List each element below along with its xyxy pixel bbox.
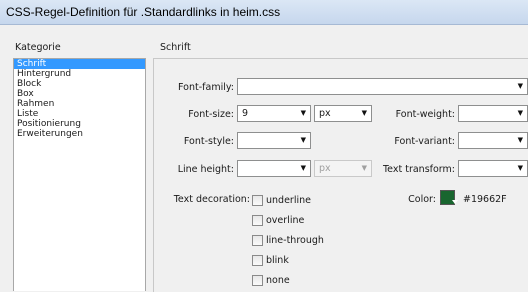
line-through-checkbox-label: line-through bbox=[266, 235, 324, 246]
chevron-down-icon: ▼ bbox=[361, 164, 367, 172]
font-size-select[interactable]: 9 ▼ bbox=[237, 105, 311, 122]
overline-checkbox-label: overline bbox=[266, 215, 305, 226]
text-transform-label: Text transform: bbox=[382, 164, 455, 175]
window-title: CSS-Regel-Definition für .Standardlinks … bbox=[6, 5, 281, 19]
underline-checkbox-label: underline bbox=[266, 195, 311, 206]
category-list: Schrift Hintergrund Block Box Rahmen Lis… bbox=[13, 58, 146, 291]
title-bar: CSS-Regel-Definition für .Standardlinks … bbox=[0, 0, 528, 25]
category-item-erweiterungen[interactable]: Erweiterungen bbox=[14, 129, 145, 139]
section-title: Schrift bbox=[160, 42, 191, 53]
font-style-select[interactable]: ▼ bbox=[237, 132, 311, 149]
font-variant-label: Font-variant: bbox=[394, 136, 455, 147]
category-item-box[interactable]: Box bbox=[14, 89, 145, 99]
font-size-unit-value: px bbox=[319, 108, 331, 119]
font-family-select[interactable]: ▼ bbox=[237, 78, 528, 95]
font-size-label: Font-size: bbox=[188, 109, 234, 120]
chevron-down-icon: ▼ bbox=[300, 109, 306, 117]
category-item-hintergrund[interactable]: Hintergrund bbox=[14, 69, 145, 79]
line-through-checkbox[interactable] bbox=[252, 235, 263, 246]
font-style-label: Font-style: bbox=[183, 136, 234, 147]
color-label: Color: bbox=[408, 194, 436, 205]
chevron-down-icon: ▼ bbox=[517, 164, 523, 172]
line-height-unit-value: px bbox=[319, 163, 331, 174]
chevron-down-icon: ▼ bbox=[300, 136, 306, 144]
none-checkbox[interactable] bbox=[252, 275, 263, 286]
chevron-down-icon: ▼ bbox=[517, 109, 523, 117]
font-weight-label: Font-weight: bbox=[395, 109, 455, 120]
font-weight-select[interactable]: ▼ bbox=[458, 105, 528, 122]
chevron-down-icon bbox=[452, 200, 458, 204]
underline-checkbox[interactable] bbox=[252, 195, 263, 206]
overline-checkbox[interactable] bbox=[252, 215, 263, 226]
font-family-label: Font-family: bbox=[178, 82, 234, 93]
blink-checkbox[interactable] bbox=[252, 255, 263, 266]
blink-checkbox-label: blink bbox=[266, 255, 289, 266]
category-item-positionierung[interactable]: Positionierung bbox=[14, 119, 145, 129]
font-size-unit-select[interactable]: px ▼ bbox=[314, 105, 372, 122]
text-transform-select[interactable]: ▼ bbox=[458, 160, 528, 177]
category-item-liste[interactable]: Liste bbox=[14, 109, 145, 119]
font-size-value: 9 bbox=[242, 108, 249, 119]
chevron-down-icon: ▼ bbox=[517, 136, 523, 144]
chevron-down-icon: ▼ bbox=[517, 82, 523, 90]
line-height-label: Line height: bbox=[177, 164, 234, 175]
color-value[interactable]: #19662F bbox=[463, 194, 507, 205]
chevron-down-icon: ▼ bbox=[300, 164, 306, 172]
category-heading: Kategorie bbox=[15, 42, 61, 53]
none-checkbox-label: none bbox=[266, 275, 290, 286]
line-height-select[interactable]: ▼ bbox=[237, 160, 311, 177]
line-height-unit-select: px ▼ bbox=[314, 160, 372, 177]
text-decoration-label: Text decoration: bbox=[173, 194, 250, 205]
font-variant-select[interactable]: ▼ bbox=[458, 132, 528, 149]
category-item-schrift[interactable]: Schrift bbox=[14, 59, 145, 69]
chevron-down-icon: ▼ bbox=[361, 109, 367, 117]
category-item-rahmen[interactable]: Rahmen bbox=[14, 99, 145, 109]
category-item-block[interactable]: Block bbox=[14, 79, 145, 89]
